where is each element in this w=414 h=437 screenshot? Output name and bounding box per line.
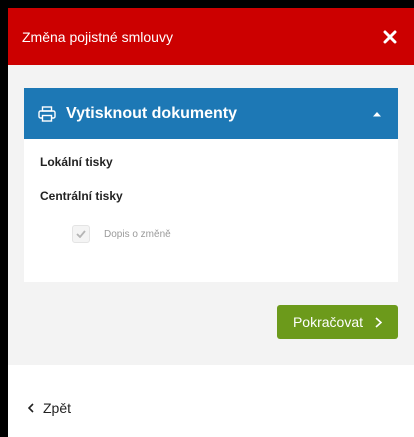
panel-header-left: Vytisknout dokumenty xyxy=(38,105,237,123)
printer-icon xyxy=(38,105,56,122)
local-print-label: Lokální tisky xyxy=(40,155,113,169)
modal-title: Změna pojistné smlouvy xyxy=(22,28,173,45)
back-link[interactable]: Zpět xyxy=(28,400,71,416)
panel-title: Vytisknout dokumenty xyxy=(66,104,237,122)
chevron-right-icon xyxy=(375,316,383,328)
modal-window: Změna pojistné smlouvy Vytisknout dokume… xyxy=(8,8,414,437)
close-button[interactable] xyxy=(378,25,402,49)
modal-header: Změna pojistné smlouvy xyxy=(8,8,414,65)
checkmark-icon xyxy=(76,230,86,238)
change-letter-checkbox[interactable] xyxy=(72,225,90,243)
central-print-label: Centrální tisky xyxy=(40,189,123,203)
change-letter-checkbox-row: Dopis o změně xyxy=(72,225,171,243)
print-documents-panel: Vytisknout dokumenty Lokální tisky Centr… xyxy=(24,88,398,282)
caret-up-icon[interactable] xyxy=(372,111,382,117)
continue-button[interactable]: Pokračovat xyxy=(277,305,398,339)
back-link-label: Zpět xyxy=(43,400,72,416)
modal-footer: Zpět xyxy=(8,365,414,437)
continue-button-label: Pokračovat xyxy=(292,314,364,330)
close-icon xyxy=(383,30,397,43)
change-letter-checkbox-label: Dopis o změně xyxy=(104,228,171,240)
chevron-left-icon xyxy=(28,403,34,413)
print-documents-panel-header[interactable]: Vytisknout dokumenty xyxy=(24,88,398,139)
